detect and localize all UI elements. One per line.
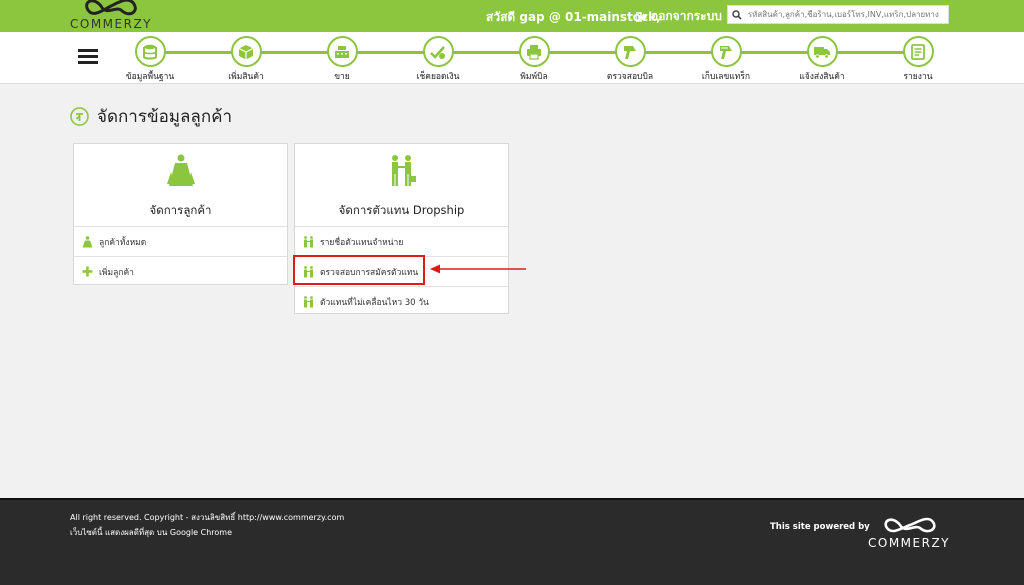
logout-label: ออกจากระบบ bbox=[651, 9, 722, 23]
nav-label: แจ้งส่งสินค้า bbox=[799, 72, 845, 82]
page-title: จัดการข้อมูลลูกค้า bbox=[97, 107, 233, 127]
page-title-row: จัดการข้อมูลลูกค้า bbox=[70, 103, 232, 130]
tracking-scanner-icon bbox=[720, 45, 732, 59]
nav-item-sell[interactable]: ขาย bbox=[302, 36, 382, 83]
report-icon bbox=[911, 43, 925, 60]
menu-label: เพิ่มลูกค้า bbox=[99, 267, 134, 278]
brand-name: COMMERZY bbox=[70, 17, 153, 31]
nav-label: เช็คยอดเงิน bbox=[416, 72, 460, 82]
footer: All right reserved. Copyright - สงวนลิขส… bbox=[0, 498, 1024, 585]
dropship-card-header: จัดการตัวแทน Dropship bbox=[295, 144, 508, 227]
nav-label: พิมพ์บิล bbox=[520, 72, 548, 82]
main-nav: ข้อมูลพื้นฐาน เพิ่มสินค้า ขาย เช็คยอดเงิ… bbox=[0, 32, 1024, 84]
user-greeting: สวัสดี gap @ 01-mainstock, bbox=[486, 10, 661, 24]
nav-label: ข้อมูลพื้นฐาน bbox=[125, 72, 175, 82]
nav-item-ship[interactable]: แจ้งส่งสินค้า bbox=[782, 36, 862, 83]
nav-item-print-bill[interactable]: พิมพ์บิล bbox=[494, 36, 574, 83]
truck-icon bbox=[814, 46, 830, 59]
nav-item-check-money[interactable]: เช็คยอดเงิน bbox=[398, 36, 478, 83]
menu-inactive-agents[interactable]: ตัวแทนที่ไม่เคลื่อนไหว 30 วัน bbox=[295, 287, 508, 316]
nav-label: เพิ่มสินค้า bbox=[228, 72, 264, 82]
menu-agent-list[interactable]: รายชื่อตัวแทนจำหน่าย bbox=[295, 227, 508, 257]
top-bar: COMMERZY สวัสดี gap @ 01-mainstock, ออกจ… bbox=[0, 0, 1024, 32]
dropship-card: จัดการตัวแทน Dropship รายชื่อตัวแทนจำหน่… bbox=[294, 143, 509, 314]
menu-label: ตัวแทนที่ไม่เคลื่อนไหว 30 วัน bbox=[320, 297, 429, 308]
logout-icon bbox=[636, 11, 647, 22]
annotation-highlight-box bbox=[293, 255, 425, 285]
nav-label: เก็บเลขแทร็ก bbox=[701, 72, 751, 82]
customer-card-title: จัดการลูกค้า bbox=[149, 203, 212, 217]
search-icon bbox=[728, 9, 746, 20]
footer-logo-text: COMMERZY bbox=[868, 536, 951, 550]
nav-item-add-product[interactable]: เพิ่มสินค้า bbox=[206, 36, 286, 83]
footer-browser-note: เว็บไซต์นี้ แสดงผลดีที่สุด บน Google Chr… bbox=[70, 528, 233, 537]
customer-manage-icon bbox=[70, 107, 89, 126]
hamburger-menu-icon[interactable] bbox=[78, 49, 98, 65]
menu-add-customer[interactable]: เพิ่มลูกค้า bbox=[74, 257, 287, 286]
nav-item-basic-data[interactable]: ข้อมูลพื้นฐาน bbox=[110, 36, 190, 83]
menu-label: รายชื่อตัวแทนจำหน่าย bbox=[320, 237, 404, 248]
annotation-arrow-icon bbox=[430, 264, 526, 274]
database-icon bbox=[143, 44, 157, 59]
plus-icon bbox=[82, 266, 93, 277]
box-icon bbox=[238, 44, 254, 59]
customer-group-icon bbox=[166, 154, 195, 186]
agent-icon bbox=[304, 295, 313, 307]
cash-register-icon bbox=[335, 45, 349, 58]
nav-item-check-bill[interactable]: ตรวจสอบบิล bbox=[590, 36, 670, 83]
logout-link[interactable]: ออกจากระบบ bbox=[636, 7, 722, 26]
footer-powered-by: This site powered by bbox=[770, 522, 870, 532]
nav-item-tracking[interactable]: เก็บเลขแทร็ก bbox=[686, 36, 766, 83]
customer-card: จัดการลูกค้า ลูกค้าทั้งหมด เพิ่มลูกค้า bbox=[73, 143, 288, 285]
customer-icon bbox=[82, 235, 93, 247]
search-box bbox=[727, 5, 949, 24]
scanner-icon bbox=[624, 45, 636, 59]
nav-label: ตรวจสอบบิล bbox=[606, 72, 654, 82]
nav-label: ขาย bbox=[334, 72, 350, 82]
check-money-icon bbox=[430, 45, 445, 59]
customer-card-header: จัดการลูกค้า bbox=[74, 144, 287, 227]
nav-item-report[interactable]: รายงาน bbox=[878, 36, 958, 83]
dropship-agent-icon bbox=[391, 155, 416, 186]
agent-icon bbox=[304, 235, 313, 247]
footer-copyright: All right reserved. Copyright - สงวนลิขส… bbox=[70, 513, 345, 522]
printer-icon bbox=[527, 44, 541, 60]
menu-all-customers[interactable]: ลูกค้าทั้งหมด bbox=[74, 227, 287, 257]
nav-label: รายงาน bbox=[903, 72, 933, 82]
dropship-card-title: จัดการตัวแทน Dropship bbox=[338, 203, 465, 217]
footer-commerzy-logo-icon bbox=[884, 517, 936, 533]
menu-label: ลูกค้าทั้งหมด bbox=[99, 237, 147, 248]
search-input[interactable] bbox=[745, 10, 948, 19]
